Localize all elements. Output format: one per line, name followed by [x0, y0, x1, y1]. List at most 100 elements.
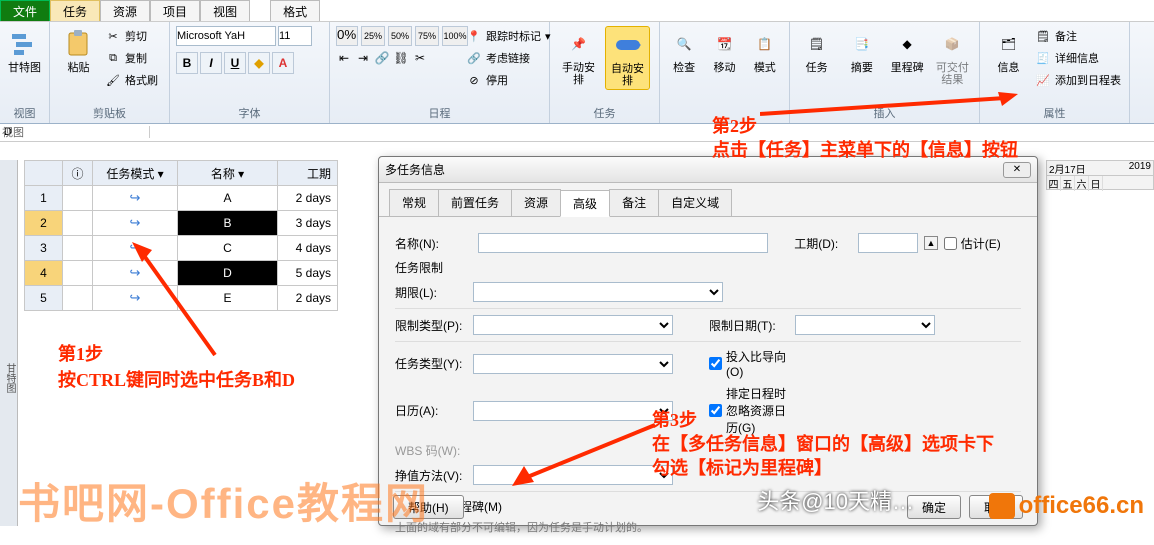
- link-icon[interactable]: 🔗: [374, 50, 390, 66]
- paste-label: 粘贴: [68, 62, 90, 74]
- milestone-button[interactable]: ◆里程碑: [887, 26, 928, 76]
- respect-links-button[interactable]: 🔗考虑链接: [466, 50, 551, 66]
- dlg-tab-res[interactable]: 资源: [511, 189, 561, 216]
- add-timeline-button[interactable]: 📈添加到日程表: [1035, 72, 1121, 88]
- group-task-label: 任务: [556, 103, 653, 123]
- table-row[interactable]: 3 C4 days: [25, 236, 338, 261]
- estimate-check[interactable]: 估计(E): [944, 235, 1021, 252]
- watermark-left: 书吧网-Office教程网: [18, 470, 429, 531]
- effort-check[interactable]: 投入比导向(O): [709, 348, 789, 379]
- info-icon: 🗂: [993, 28, 1025, 60]
- manual-mode-icon: [130, 190, 141, 205]
- group-insert-label: 插入: [796, 103, 973, 123]
- ctype-combo[interactable]: [473, 315, 673, 335]
- pct50[interactable]: 50%: [388, 26, 412, 46]
- group-font-label: 字体: [176, 103, 323, 123]
- tab-project[interactable]: 项目: [150, 0, 200, 21]
- move-button[interactable]: 📆移动: [706, 26, 742, 76]
- manual-mode-icon: [130, 215, 141, 230]
- ttype-combo[interactable]: [473, 354, 673, 374]
- auto-schedule-button[interactable]: 自动安排: [605, 26, 650, 90]
- paste-icon: [63, 28, 95, 60]
- main-tabs: 文件 任务 资源 项目 视图 格式: [0, 0, 1154, 22]
- details-button[interactable]: 🧾详细信息: [1035, 50, 1121, 66]
- cal-combo[interactable]: [473, 401, 673, 421]
- gantt-button[interactable]: 甘特图: [6, 26, 43, 76]
- outdent-icon[interactable]: ⇤: [336, 50, 352, 66]
- col-info[interactable]: ⓘ: [63, 161, 93, 186]
- manual-mode-icon: [130, 290, 141, 305]
- paste-button[interactable]: 粘贴: [56, 26, 101, 76]
- stop-icon: ⊘: [466, 72, 482, 88]
- bold-button[interactable]: B: [176, 52, 198, 74]
- dialog-note: 上面的域有部分不可编辑，因为任务是手动计划的。: [395, 519, 1021, 535]
- name-label: 名称(N):: [395, 235, 472, 252]
- fill-color-button[interactable]: ◆: [248, 52, 270, 74]
- group-clipboard-label: 剪贴板: [56, 103, 163, 123]
- font-size-combo[interactable]: [278, 26, 312, 46]
- group-view-label: 视图: [6, 103, 43, 123]
- dlg-tab-custom[interactable]: 自定义域: [658, 189, 732, 216]
- task-insert-button[interactable]: 🗒任务: [796, 26, 837, 76]
- row-header-blank: [25, 161, 63, 186]
- dlg-tab-adv[interactable]: 高级: [560, 190, 610, 217]
- ev-combo[interactable]: [473, 465, 673, 485]
- tab-resource[interactable]: 资源: [100, 0, 150, 21]
- tab-file[interactable]: 文件: [0, 0, 50, 21]
- name-field[interactable]: [478, 233, 768, 253]
- dlg-tab-general[interactable]: 常规: [389, 189, 439, 216]
- ignore-cal-check[interactable]: 排定日程时忽略资源日历(G): [709, 385, 789, 436]
- wbs-label: WBS 码(W):: [395, 442, 467, 459]
- copy-button[interactable]: ⧉复制: [105, 50, 158, 66]
- font-name-combo[interactable]: [176, 26, 276, 46]
- split-icon[interactable]: ✂: [412, 50, 428, 66]
- table-row[interactable]: 5 E2 days: [25, 286, 338, 311]
- mode-button[interactable]: 📋模式: [747, 26, 783, 76]
- tab-task[interactable]: 任务: [50, 0, 100, 21]
- deadline-combo[interactable]: [473, 282, 723, 302]
- cdate-label: 限制日期(T):: [709, 317, 789, 334]
- inspect-button[interactable]: 🔍检查: [666, 26, 702, 76]
- ok-button[interactable]: 确定: [907, 495, 961, 519]
- copy-icon: ⧉: [105, 50, 121, 66]
- italic-button[interactable]: I: [200, 52, 222, 74]
- auto-icon: [612, 29, 644, 61]
- group-schedule-label: 日程: [336, 103, 543, 123]
- constraint-section-title: 任务限制: [395, 259, 1021, 276]
- summary-button[interactable]: 📑摘要: [841, 26, 882, 76]
- col-dur[interactable]: 工期: [278, 161, 338, 186]
- deliverable-button[interactable]: 📦可交付结果: [932, 26, 973, 88]
- pct0[interactable]: 0%: [336, 26, 358, 46]
- track-mark-button[interactable]: 📍跟踪时标记 ▾: [466, 28, 551, 44]
- group-props-label: 属性: [986, 103, 1123, 123]
- info-button[interactable]: 🗂信息: [986, 26, 1031, 76]
- tab-view[interactable]: 视图: [200, 0, 250, 21]
- cut-button[interactable]: ✂剪切: [105, 28, 158, 44]
- ann-step1-title: 第1步: [58, 340, 103, 366]
- unlink-icon[interactable]: ⛓: [393, 50, 409, 66]
- table-row[interactable]: 1 A2 days: [25, 186, 338, 211]
- table-row[interactable]: 4 D5 days: [25, 261, 338, 286]
- indent-icon[interactable]: ⇥: [355, 50, 371, 66]
- ann-step1-text: 按CTRL键同时选中任务B和D: [58, 366, 295, 392]
- cdate-combo[interactable]: [795, 315, 935, 335]
- pct25[interactable]: 25%: [361, 26, 385, 46]
- dialog-close-button[interactable]: ✕: [1003, 162, 1031, 178]
- dur-field[interactable]: [858, 233, 918, 253]
- tab-format[interactable]: 格式: [270, 0, 320, 21]
- painter-button[interactable]: 🖌格式刷: [105, 72, 158, 88]
- pct75[interactable]: 75%: [415, 26, 439, 46]
- dlg-tab-pred[interactable]: 前置任务: [438, 189, 512, 216]
- underline-button[interactable]: U: [224, 52, 246, 74]
- col-name[interactable]: 名称 ▾: [178, 161, 278, 186]
- col-mode[interactable]: 任务模式 ▾: [93, 161, 178, 186]
- mark-icon: 📍: [466, 28, 482, 44]
- inactivate-button[interactable]: ⊘停用: [466, 72, 551, 88]
- font-color-button[interactable]: A: [272, 52, 294, 74]
- manual-schedule-button[interactable]: 📌 手动安排: [556, 26, 601, 88]
- notes-button[interactable]: 🗒备注: [1035, 28, 1121, 44]
- dlg-tab-notes[interactable]: 备注: [609, 189, 659, 216]
- table-row[interactable]: 2 B3 days: [25, 211, 338, 236]
- pct100[interactable]: 100%: [442, 26, 468, 46]
- dur-label: 工期(D):: [794, 235, 852, 252]
